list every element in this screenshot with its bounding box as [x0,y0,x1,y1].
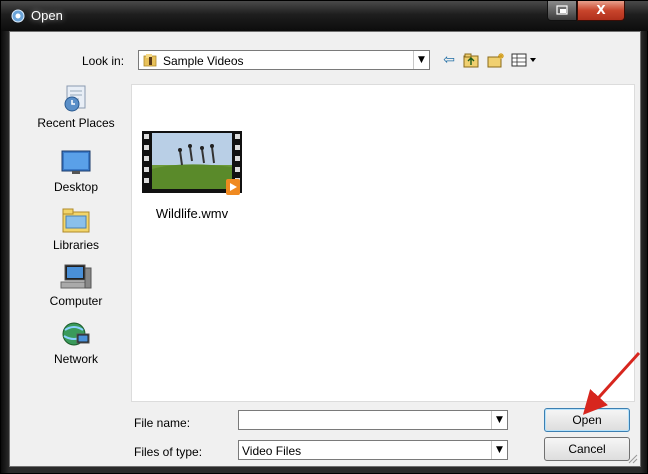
chevron-down-icon[interactable]: ▼ [491,441,507,459]
back-icon[interactable]: ⇦ [440,51,458,69]
file-list-pane[interactable]: Wildlife.wmv [131,84,635,402]
window-title: Open [31,8,63,23]
chevron-down-icon[interactable]: ▼ [491,411,507,429]
up-folder-icon[interactable] [462,51,480,69]
place-label: Recent Places [37,116,115,130]
file-name-label: File name: [134,416,191,430]
places-bar: Recent Places Desktop Libraries Computer… [28,84,124,402]
place-label: Network [53,352,98,366]
title-bar[interactable]: Open X [1,1,648,31]
cancel-button[interactable]: Cancel [544,437,630,461]
files-of-type-dropdown[interactable]: Video Files ▼ [238,440,508,460]
place-label: Libraries [52,238,100,252]
look-in-label: Look in: [82,54,125,68]
dialog-client-area: Look in: Sample Videos ▼ ⇦ Recent Places… [9,31,641,467]
restore-button[interactable] [547,1,577,21]
desktop-icon [61,150,91,174]
chevron-down-icon[interactable]: ▼ [413,51,429,69]
files-of-type-value: Video Files [242,444,302,458]
place-libraries[interactable]: Libraries [28,206,124,252]
file-name-input[interactable]: ▼ [238,410,508,430]
network-icon [62,322,90,346]
folder-icon [143,54,157,67]
files-of-type-label: Files of type: [134,445,203,459]
new-folder-icon[interactable] [486,51,506,69]
file-item-wildlife[interactable]: Wildlife.wmv [142,131,242,221]
look-in-dropdown[interactable]: Sample Videos ▼ [138,50,430,70]
resize-grip-icon[interactable] [626,452,638,464]
recent-places-icon [64,85,86,112]
open-dialog-window: Open X Look in: Sample Videos ▼ ⇦ Recent… [0,0,648,474]
look-in-value: Sample Videos [163,54,244,68]
views-menu-icon[interactable] [510,51,540,69]
close-button[interactable]: X [577,1,625,21]
place-desktop[interactable]: Desktop [28,148,124,194]
libraries-icon [62,208,90,233]
app-icon [11,9,25,23]
place-recent-places[interactable]: Recent Places [28,84,124,130]
place-label: Desktop [53,180,99,194]
restore-icon [556,5,568,15]
computer-icon [60,264,92,289]
place-computer[interactable]: Computer [28,262,124,308]
place-label: Computer [49,294,103,308]
place-network[interactable]: Network [28,320,124,366]
video-thumbnail-icon [142,131,242,195]
file-name-label: Wildlife.wmv [155,206,229,221]
open-button[interactable]: Open [544,408,630,432]
